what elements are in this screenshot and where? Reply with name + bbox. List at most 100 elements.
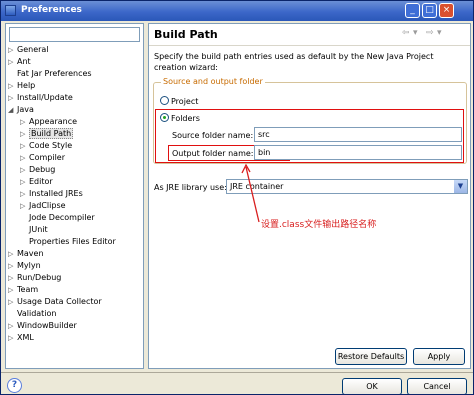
tree-item[interactable]: Properties Files Editor: [20, 236, 116, 248]
annotation-text: 设置.class文件输出路径名称: [261, 220, 377, 230]
group-label: Source and output folder: [161, 77, 265, 86]
tree-item[interactable]: ▷ Compiler: [20, 152, 65, 164]
tree-item-label: Jode Decompiler: [29, 213, 95, 222]
tree-item[interactable]: Validation: [8, 308, 57, 320]
tree-item-label: Build Path: [29, 128, 74, 139]
build-path-page: Build Path ⇦ ▾ ⇨ ▾ Specify the build pat…: [148, 23, 471, 369]
title-bar: Preferences _ □ ×: [1, 1, 473, 21]
tree-item-label: Run/Debug: [17, 273, 62, 282]
expand-toggle-icon[interactable]: ▷: [20, 164, 29, 176]
tree-item[interactable]: ▷ WindowBuilder: [8, 320, 77, 332]
tree-item-label: Help: [17, 81, 36, 90]
tree-item[interactable]: ▷ Team: [8, 284, 38, 296]
expand-toggle-icon[interactable]: ▷: [8, 92, 17, 104]
radio-checked-icon: [160, 113, 169, 122]
tree-item[interactable]: Fat Jar Preferences: [8, 68, 92, 80]
tree-item[interactable]: ▷ Code Style: [20, 140, 72, 152]
ok-button[interactable]: OK: [342, 378, 402, 394]
tree-item[interactable]: ▷ XML: [8, 332, 34, 344]
tree-item[interactable]: ▷ Run/Debug: [8, 272, 61, 284]
apply-button[interactable]: Apply: [413, 348, 465, 365]
expand-toggle-icon[interactable]: ▷: [8, 296, 17, 308]
tree-item[interactable]: ▷ Help: [8, 80, 35, 92]
source-folder-label: Source folder name:: [172, 131, 254, 140]
tree-item[interactable]: ▷ Installed JREs: [20, 188, 83, 200]
expand-toggle-icon[interactable]: ▷: [20, 152, 29, 164]
tree-item-label: Properties Files Editor: [29, 237, 116, 246]
tree-item-label: Fat Jar Preferences: [17, 69, 92, 78]
tree-item[interactable]: ▷ Editor: [20, 176, 53, 188]
tree-item-label: WindowBuilder: [17, 321, 77, 330]
app-icon: [5, 5, 16, 16]
restore-defaults-button[interactable]: Restore Defaults: [335, 348, 407, 365]
preferences-window: Preferences _ □ × ▷ General ▷ Ant Fat Jar Pr…: [0, 0, 474, 395]
page-title: Build Path: [154, 28, 218, 41]
window-title: Preferences: [21, 5, 82, 15]
page-header: Build Path ⇦ ▾ ⇨ ▾: [149, 24, 470, 46]
chevron-down-icon[interactable]: ▼: [454, 180, 467, 193]
tree-item[interactable]: Jode Decompiler: [20, 212, 95, 224]
maximize-icon[interactable]: □: [422, 3, 437, 18]
tree-item-label: Compiler: [29, 153, 66, 162]
minimize-icon[interactable]: _: [405, 3, 420, 18]
tree-item-label: Team: [17, 285, 39, 294]
tree-item-label: Installed JREs: [29, 189, 83, 198]
help-icon[interactable]: ?: [7, 378, 22, 393]
tree-item[interactable]: ▷ Appearance: [20, 116, 77, 128]
expand-toggle-icon[interactable]: ▷: [8, 80, 17, 92]
back-icon[interactable]: ⇦: [402, 28, 410, 38]
menu-dropdown-icon[interactable]: ▾: [437, 28, 442, 38]
tree-item-label: Usage Data Collector: [17, 297, 102, 306]
tree-item-label: Editor: [29, 177, 53, 186]
output-folder-label: Output folder name:: [172, 149, 254, 158]
expand-toggle-icon[interactable]: ▷: [20, 188, 29, 200]
tree-item-label: Debug: [29, 165, 56, 174]
tree-item[interactable]: JUnit: [20, 224, 48, 236]
source-folder-input[interactable]: src: [254, 127, 462, 142]
tree-item-label: Mylyn: [17, 261, 41, 270]
tree-item-label: Validation: [17, 309, 57, 318]
tree-item[interactable]: ▷ Build Path: [20, 128, 74, 140]
folders-radio[interactable]: Folders: [160, 113, 200, 124]
expand-toggle-icon[interactable]: ▷: [8, 272, 17, 284]
expand-toggle-icon[interactable]: ▷: [20, 128, 29, 140]
tree-item[interactable]: ▷ Ant: [8, 56, 31, 68]
expand-toggle-icon[interactable]: ▷: [20, 176, 29, 188]
expand-toggle-icon[interactable]: ▷: [20, 140, 29, 152]
expand-toggle-icon[interactable]: ◢: [8, 104, 17, 116]
tree-item-label: XML: [17, 333, 34, 342]
tree-item-label: Appearance: [29, 117, 78, 126]
expand-toggle-icon[interactable]: ▷: [8, 44, 17, 56]
tree-item[interactable]: ▷ JadClipse: [20, 200, 66, 212]
tree-item[interactable]: ▷ Mylyn: [8, 260, 41, 272]
tree-item-label: JUnit: [29, 225, 48, 234]
radio-unchecked-icon: [160, 96, 169, 105]
source-output-group: Source and output folder Project Folders…: [153, 77, 467, 164]
tree-item[interactable]: ◢ Java: [8, 104, 34, 116]
tree-item-label: Maven: [17, 249, 44, 258]
output-folder-input[interactable]: bin: [254, 145, 462, 160]
expand-toggle-icon[interactable]: ▷: [8, 284, 17, 296]
expand-toggle-icon[interactable]: ▷: [8, 320, 17, 332]
tree-item[interactable]: ▷ Debug: [20, 164, 55, 176]
tree-item-label: JadClipse: [29, 201, 66, 210]
tree-item[interactable]: ▷ Usage Data Collector: [8, 296, 102, 308]
tree-item[interactable]: ▷ General: [8, 44, 49, 56]
close-icon[interactable]: ×: [439, 3, 454, 18]
expand-toggle-icon[interactable]: ▷: [20, 116, 29, 128]
expand-toggle-icon[interactable]: ▷: [8, 260, 17, 272]
chevron-down-icon[interactable]: ▾: [413, 28, 418, 38]
tree-item-label: General: [17, 45, 49, 54]
expand-toggle-icon[interactable]: ▷: [8, 248, 17, 260]
expand-toggle-icon[interactable]: ▷: [20, 200, 29, 212]
expand-toggle-icon[interactable]: ▷: [8, 56, 17, 68]
tree-item[interactable]: ▷ Maven: [8, 248, 44, 260]
expand-toggle-icon[interactable]: ▷: [8, 332, 17, 344]
forward-icon[interactable]: ⇨: [426, 28, 434, 38]
tree-item-label: Code Style: [29, 141, 73, 150]
tree-item[interactable]: ▷ Install/Update: [8, 92, 73, 104]
project-radio[interactable]: Project: [160, 96, 198, 107]
cancel-button[interactable]: Cancel: [407, 378, 467, 394]
tree-item-label: Ant: [17, 57, 31, 66]
filter-input[interactable]: [9, 27, 140, 42]
